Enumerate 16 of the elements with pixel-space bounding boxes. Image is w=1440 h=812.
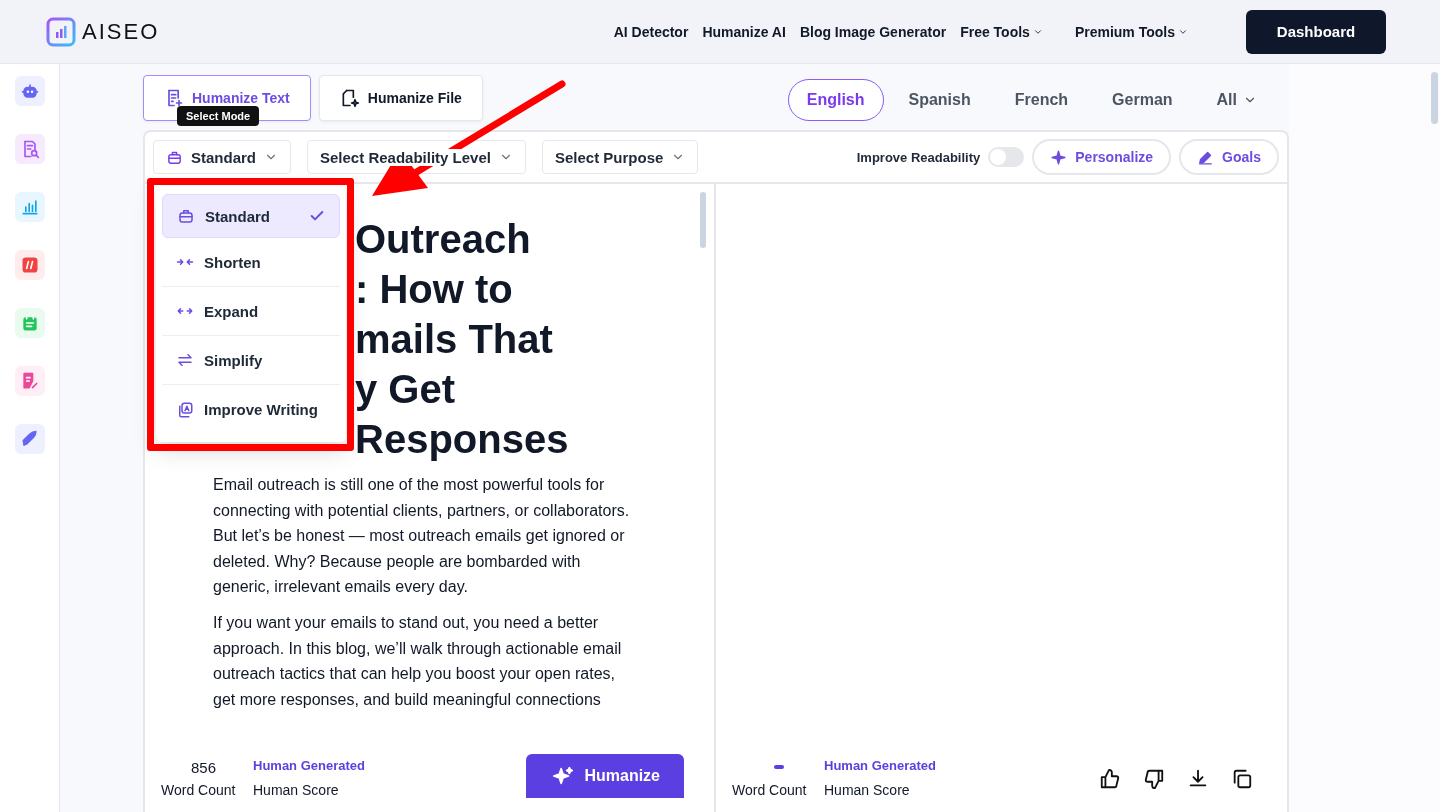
paragraph: Email outreach is still one of the most powerful tools for connecting with potential clients, partners, or collaborators. But let’s be honest — most outreach emails get ignored or deleted. Why? Because people are bombarded with generic, irrelevant emails every day. [213, 475, 631, 598]
paragraph: If you want your emails to stand out, you need a better approach. In this blog, we’ll walk through actionable email outreach tactics that can help you boost your open rates, get more responses, and build meaningful connections [213, 612, 623, 710]
human-score-label: Human Score [253, 782, 340, 798]
human-score-value: Human Generated [824, 758, 936, 775]
heading-text: : How to [355, 266, 513, 313]
word-count-label: Word Count [161, 782, 237, 798]
heading-text: Outreach [355, 216, 531, 263]
heading-text: mails That [355, 316, 553, 363]
toggle-label: Improve Readability [856, 149, 981, 165]
heading-text: y Get [355, 366, 456, 413]
heading-text: Responses [355, 416, 569, 463]
human-score-label: Human Score [824, 782, 911, 798]
human-score-value: Human Generated [253, 758, 365, 775]
word-count-label: Word Count [732, 782, 808, 798]
word-count-value: 856 [190, 758, 218, 776]
tooltip: Select Mode [177, 106, 260, 126]
